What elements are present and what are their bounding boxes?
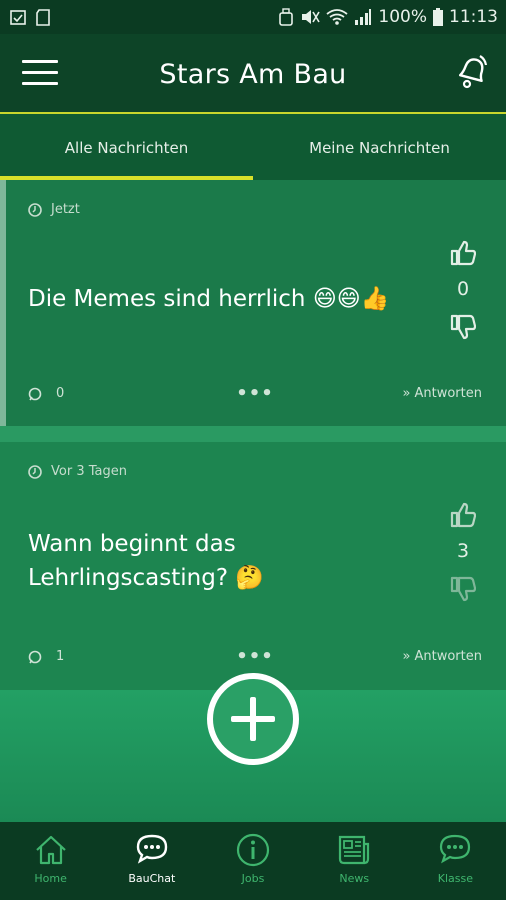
double-chevron-icon: » — [402, 386, 411, 401]
bottom-navigation: Home BauChat Jobs News Klasse — [0, 822, 506, 900]
post-text: Die Memes sind herrlich 😄😄👍 — [28, 286, 390, 312]
nav-label: Home — [34, 872, 67, 885]
thumbs-up-icon[interactable] — [450, 502, 476, 528]
reply-button[interactable]: » Antworten — [382, 386, 482, 401]
wifi-icon — [326, 9, 348, 25]
reply-button[interactable]: » Antworten — [382, 649, 482, 664]
status-bar: 100% 11:13 — [0, 0, 506, 34]
nav-label: Klasse — [437, 872, 474, 885]
thumbs-up-icon[interactable] — [450, 240, 476, 266]
nav-label: BauChat — [128, 872, 176, 885]
comment-icon — [28, 387, 42, 400]
vote-widget: 3 — [450, 502, 476, 602]
signal-icon — [355, 9, 372, 25]
newspaper-icon — [339, 835, 370, 865]
info-icon — [236, 833, 270, 867]
more-options-button[interactable]: ••• — [236, 646, 274, 667]
post-footer: 0 ••• » Antworten — [28, 383, 482, 404]
checklist-icon — [10, 10, 26, 25]
post-time-label: Vor 3 Tagen — [51, 464, 127, 479]
class-chat-icon — [440, 834, 471, 864]
chat-icon — [136, 834, 167, 864]
thumbs-down-icon[interactable] — [450, 314, 476, 340]
thumbs-down-icon[interactable] — [450, 576, 476, 602]
app-bar: Stars Am Bau — [0, 34, 506, 114]
post-card[interactable]: Jetzt Die Memes sind herrlich 😄😄👍 0 0 ••… — [0, 180, 506, 426]
post-text: Wann beginnt das Lehrlingscasting? 🤔 — [28, 531, 264, 591]
nav-item-bauchat[interactable]: BauChat — [101, 822, 202, 900]
menu-line — [22, 82, 58, 85]
double-chevron-icon: » — [402, 649, 411, 664]
comment-count-value: 1 — [56, 649, 65, 664]
nav-label: News — [339, 872, 370, 885]
post-time: Vor 3 Tagen — [28, 464, 127, 479]
tab-bar: Alle Nachrichten Meine Nachrichten — [0, 114, 506, 180]
comment-icon — [28, 650, 42, 663]
battery-percent: 100% — [378, 7, 427, 27]
nav-item-home[interactable]: Home — [0, 822, 101, 900]
tab-alle-nachrichten[interactable]: Alle Nachrichten — [0, 114, 253, 180]
menu-line — [22, 71, 58, 74]
alarm-icon — [279, 8, 294, 26]
reply-label: Antworten — [414, 649, 482, 664]
nav-item-jobs[interactable]: Jobs — [202, 822, 303, 900]
notification-bell-icon[interactable] — [450, 52, 490, 92]
nav-item-news[interactable]: News — [304, 822, 405, 900]
post-time-label: Jetzt — [51, 202, 80, 217]
menu-button[interactable] — [22, 60, 58, 88]
post-time: Jetzt — [28, 202, 80, 217]
vote-count: 3 — [456, 540, 470, 562]
add-post-button[interactable] — [207, 673, 299, 765]
vote-count: 0 — [456, 278, 470, 300]
tab-meine-nachrichten[interactable]: Meine Nachrichten — [253, 114, 506, 180]
card-divider — [0, 426, 506, 442]
clock-icon — [28, 464, 42, 479]
menu-line — [22, 60, 58, 63]
post-footer: 1 ••• » Antworten — [28, 646, 482, 667]
home-icon — [35, 835, 66, 865]
battery-icon — [433, 8, 443, 26]
clock: 11:13 — [449, 7, 498, 27]
app-title: Stars Am Bau — [159, 58, 347, 90]
comment-count[interactable]: 0 — [28, 386, 128, 401]
comment-count-value: 0 — [56, 386, 65, 401]
comment-count[interactable]: 1 — [28, 649, 128, 664]
nav-label: Jobs — [241, 872, 265, 885]
sd-card-icon — [36, 8, 50, 26]
mute-icon — [302, 10, 321, 24]
vote-widget: 0 — [450, 240, 476, 340]
nav-item-klasse[interactable]: Klasse — [405, 822, 506, 900]
reply-label: Antworten — [414, 386, 482, 401]
post-card[interactable]: Vor 3 Tagen Wann beginnt das Lehrlingsca… — [0, 442, 506, 690]
more-options-button[interactable]: ••• — [236, 383, 274, 404]
clock-icon — [28, 202, 42, 217]
